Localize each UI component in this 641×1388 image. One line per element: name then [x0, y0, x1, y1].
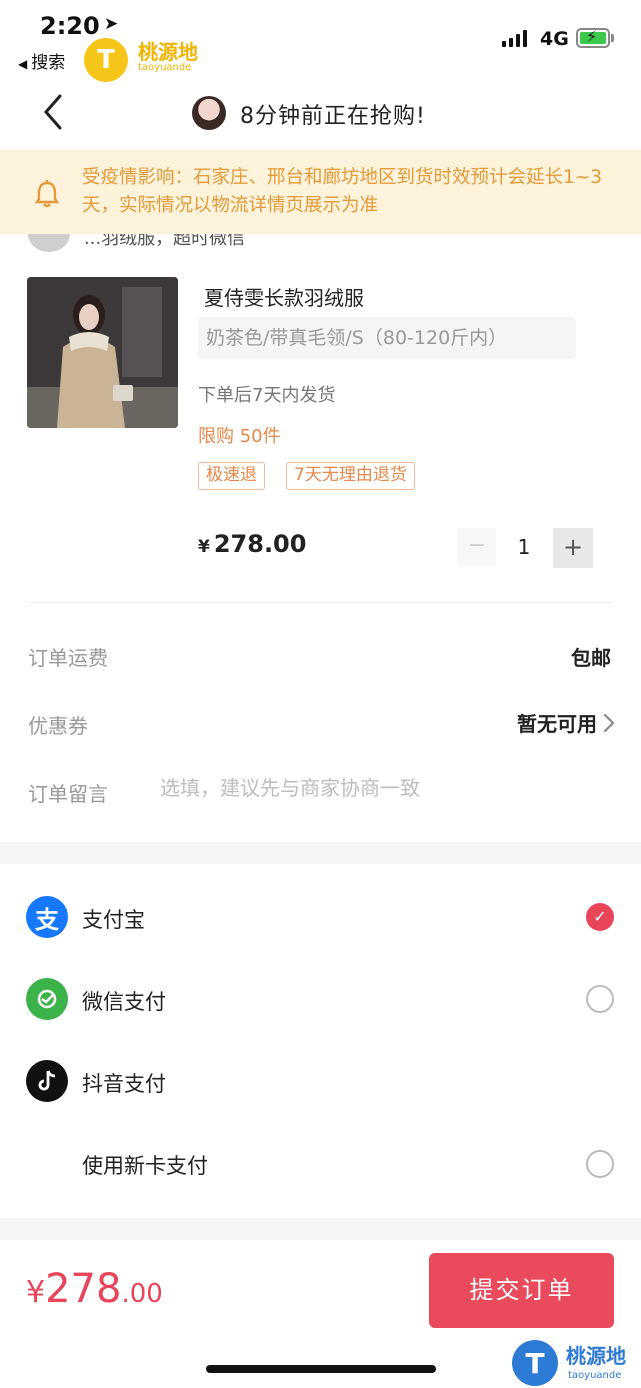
- watermark-logo-top: T: [84, 38, 128, 82]
- wechat-pay-icon: [26, 978, 68, 1020]
- nav-title: 8分钟前正在抢购!: [240, 104, 426, 129]
- notice-text: 受疫情影响：石家庄、邢台和廊坊地区到货时效预计会延长1~3天，实际情况以物流详情…: [82, 167, 603, 216]
- tag-7day-return: 7天无理由退货: [286, 462, 415, 490]
- watermark-brand-top: 桃源地 taoyuande: [138, 42, 198, 74]
- price-value: 278.00: [213, 530, 307, 558]
- submit-order-button[interactable]: 提交订单: [429, 1253, 614, 1328]
- watermark-brand-text: 桃源地: [138, 40, 198, 64]
- location-arrow-icon: ➤: [104, 14, 119, 34]
- shipping-label: 订单运费: [28, 646, 108, 670]
- divider: [28, 602, 613, 603]
- shop-name: ...羽绒服，超时微信: [84, 234, 246, 249]
- payment-label-wechat: 微信支付: [82, 990, 166, 1014]
- radio-new-card[interactable]: [586, 1150, 614, 1178]
- tag-fast-refund: 极速退: [198, 462, 265, 490]
- watermark-brand-bottom: 桃源地: [566, 1344, 626, 1368]
- total-currency: ¥: [26, 1275, 46, 1310]
- quantity-plus-button[interactable]: +: [553, 528, 593, 568]
- charging-bolt-icon: ⚡: [586, 27, 598, 46]
- payment-label-douyin: 抖音支付: [82, 1072, 166, 1096]
- total-dec: .00: [121, 1279, 163, 1309]
- product-photo: [27, 277, 178, 428]
- bell-icon: [34, 180, 60, 208]
- section-gap: [0, 842, 641, 864]
- coupon-value: 暂无可用: [517, 712, 597, 736]
- watermark-latin-bottom: taoyuande: [568, 1370, 622, 1381]
- shop-avatar: [28, 234, 70, 252]
- price-currency: ¥: [198, 537, 210, 557]
- product-image[interactable]: [27, 277, 178, 428]
- section-gap-bottom: [0, 1218, 641, 1240]
- memo-input[interactable]: [160, 776, 600, 800]
- chevron-left-icon: [44, 94, 62, 130]
- alipay-icon: 支: [26, 896, 68, 938]
- network-type: 4G: [540, 28, 569, 50]
- buyer-avatar: [192, 96, 226, 130]
- payment-label-alipay: 支付宝: [82, 908, 145, 932]
- cellular-signal-icon: [502, 30, 527, 47]
- radio-alipay[interactable]: ✓: [586, 903, 614, 931]
- chevron-right-icon: [603, 713, 615, 732]
- ship-note: 下单后7天内发货: [198, 385, 336, 406]
- shop-row[interactable]: ...羽绒服，超时微信: [0, 234, 641, 254]
- product-price: ¥278.00: [198, 530, 306, 558]
- quantity-value[interactable]: 1: [506, 535, 542, 559]
- watermark-logo-icon: T: [84, 38, 128, 82]
- coupon-label: 优惠券: [28, 714, 88, 738]
- product-sku[interactable]: 奶茶色/带真毛领/S（80-120斤内）: [198, 317, 576, 359]
- shipping-value: 包邮: [571, 646, 611, 670]
- total-price: ¥278.00: [26, 1266, 163, 1312]
- watermark-logo-bottom: T: [512, 1340, 558, 1386]
- purchase-limit: 限购 50件: [198, 426, 281, 447]
- back-to-app-button[interactable]: ◀ 搜索: [18, 48, 65, 73]
- total-int: 278: [45, 1266, 122, 1312]
- douyin-pay-icon: [26, 1060, 68, 1102]
- memo-label: 订单留言: [28, 782, 108, 806]
- payment-label-new-card: 使用新卡支付: [82, 1154, 208, 1178]
- home-indicator: [206, 1365, 436, 1373]
- nav-back-button[interactable]: [40, 92, 70, 132]
- coupon-selector[interactable]: 暂无可用: [517, 708, 615, 737]
- back-triangle-icon: ◀: [18, 57, 28, 71]
- back-app-label: 搜索: [31, 53, 66, 73]
- watermark-brand-latin: taoyuande: [138, 62, 192, 73]
- radio-wechat[interactable]: [586, 985, 614, 1013]
- status-time: 2:20: [40, 12, 100, 40]
- quantity-minus-button[interactable]: −: [458, 528, 496, 566]
- battery-tip: [611, 34, 614, 42]
- product-title: 夏侍雯长款羽绒服: [204, 286, 364, 310]
